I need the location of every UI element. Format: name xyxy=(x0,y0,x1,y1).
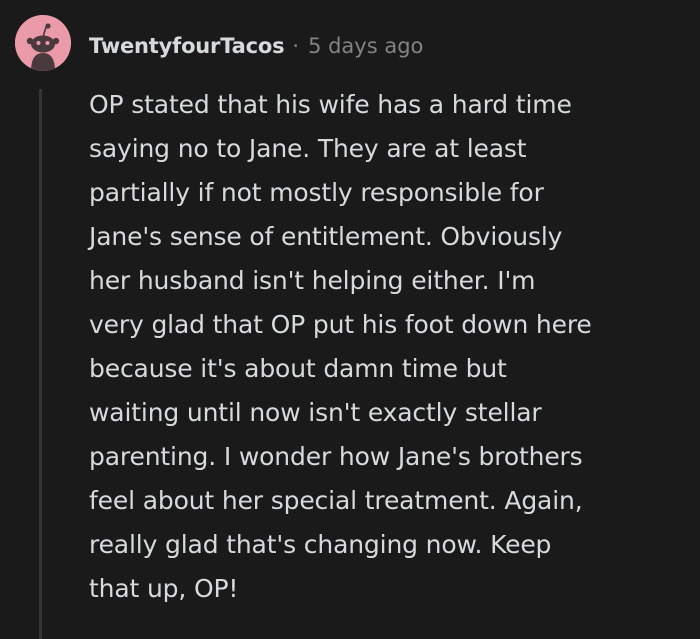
comment-line: her husband isn't helping either. I'm xyxy=(89,266,536,295)
comment-line: very glad that OP put his foot down here xyxy=(89,310,592,339)
comment-line: because it's about damn time but xyxy=(89,354,507,383)
thread-collapse-line[interactable] xyxy=(39,89,42,639)
reddit-snoo-avatar-icon xyxy=(15,15,71,71)
author-username[interactable]: TwentyfourTacos xyxy=(89,34,285,58)
comment-line: OP stated that his wife has a hard time xyxy=(89,90,572,119)
comment-line: Jane's sense of entitlement. Obviously xyxy=(89,222,563,251)
comment-line: parenting. I wonder how Jane's brothers xyxy=(89,442,583,471)
comment-line: partially if not mostly responsible for xyxy=(89,178,544,207)
comment-line: that up, OP! xyxy=(89,574,239,603)
meta-separator: · xyxy=(292,34,300,58)
comment-body: OP stated that his wife has a hard time … xyxy=(89,83,679,611)
comment-line: really glad that's changing now. Keep xyxy=(89,530,552,559)
comment-line: waiting until now isn't exactly stellar xyxy=(89,398,542,427)
comment-line: feel about her special treatment. Again, xyxy=(89,486,583,515)
comment-line: saying no to Jane. They are at least xyxy=(89,134,527,163)
comment-header: TwentyfourTacos · 5 days ago xyxy=(89,30,423,62)
comment-timestamp[interactable]: 5 days ago xyxy=(308,34,423,58)
user-avatar[interactable] xyxy=(15,15,71,71)
